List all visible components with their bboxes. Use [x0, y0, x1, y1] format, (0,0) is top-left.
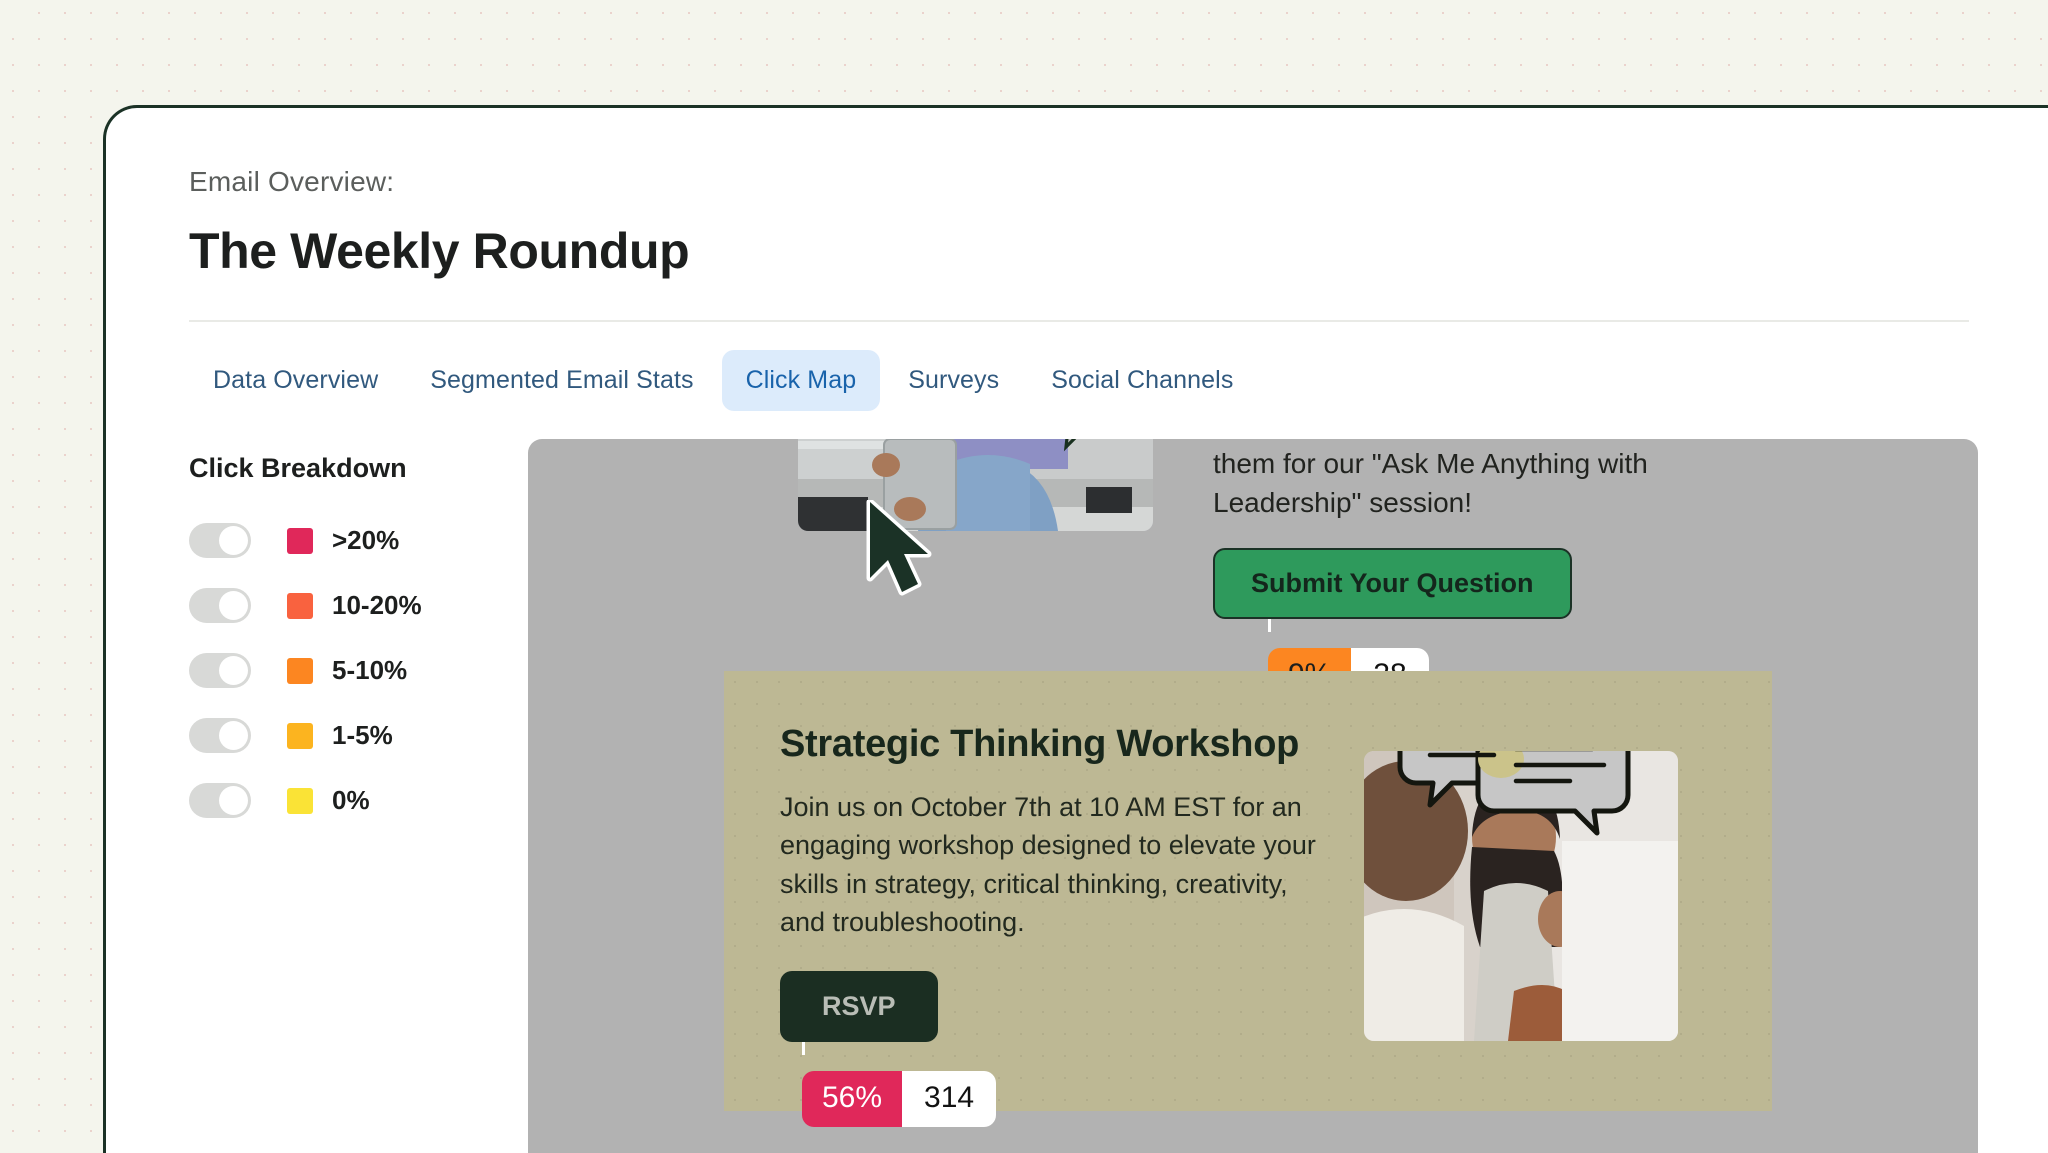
legend-item-0: 0% — [189, 768, 446, 833]
toggle-knob-icon — [219, 786, 248, 815]
email-top-body-text: them for our "Ask Me Anything with Leade… — [1213, 448, 1648, 518]
swatch-gt20 — [287, 527, 313, 554]
email-top-text-pane: them for our "Ask Me Anything with Leade… — [1213, 445, 1733, 705]
toggle-knob-icon — [219, 721, 248, 750]
workshop-text-pane: Strategic Thinking Workshop Join us on O… — [780, 723, 1340, 1128]
badge-stem-top — [1268, 619, 1271, 633]
workshop-heading: Strategic Thinking Workshop — [780, 723, 1300, 765]
submit-your-question-button[interactable]: Submit Your Question — [1213, 548, 1572, 620]
email-preview-wrap: them for our "Ask Me Anything with Leade… — [446, 439, 2048, 1153]
legend-label-0: 0% — [332, 785, 370, 815]
header-divider — [189, 320, 1969, 322]
swatch-10-20 — [287, 592, 313, 619]
click-breakdown-sidebar: Click Breakdown >20% 10-20% 5-10% 1-5% 0… — [106, 439, 446, 1153]
badge-stem-workshop — [802, 1042, 805, 1056]
page-title: The Weekly Roundup — [189, 223, 690, 279]
legend-item-1-5: 1-5% — [189, 703, 446, 768]
toggle-knob-icon — [219, 526, 248, 555]
toggle-gt20[interactable] — [189, 523, 251, 558]
tab-data-overview[interactable]: Data Overview — [189, 350, 402, 411]
legend-item-10-20: 10-20% — [189, 573, 446, 638]
tab-click-map[interactable]: Click Map — [721, 350, 881, 411]
toggle-1-5[interactable] — [189, 718, 251, 753]
tab-surveys[interactable]: Surveys — [884, 350, 1023, 411]
toggle-0[interactable] — [189, 783, 251, 818]
click-badge-count-workshop: 314 — [902, 1071, 997, 1128]
swatch-1-5 — [287, 722, 313, 749]
swatch-5-10 — [287, 657, 313, 684]
toggle-knob-icon — [219, 591, 248, 620]
hero-photo-man-with-tablet — [798, 439, 1153, 531]
legend-item-5-10: 5-10% — [189, 638, 446, 703]
workshop-image-pane — [1364, 723, 1678, 1127]
toggle-knob-icon — [219, 656, 248, 685]
rsvp-button[interactable]: RSVP — [780, 971, 938, 1043]
legend-label-1-5: 1-5% — [332, 720, 393, 750]
legend-label-5-10: 5-10% — [332, 655, 408, 685]
app-window-card: Email Overview: The Weekly Roundup Data … — [103, 105, 2048, 1153]
tab-bar: Data Overview Segmented Email Stats Clic… — [189, 350, 2048, 411]
page-eyebrow: Email Overview: — [189, 166, 395, 197]
toggle-5-10[interactable] — [189, 653, 251, 688]
tab-social-channels[interactable]: Social Channels — [1027, 350, 1257, 411]
workshop-photo-woman-presenting — [1364, 751, 1678, 1041]
email-preview-panel: them for our "Ask Me Anything with Leade… — [528, 439, 1978, 1153]
swatch-0 — [287, 787, 313, 814]
toggle-10-20[interactable] — [189, 588, 251, 623]
legend-label-10-20: 10-20% — [332, 590, 422, 620]
email-top-block: them for our "Ask Me Anything with Leade… — [528, 439, 1978, 705]
workshop-card: Strategic Thinking Workshop Join us on O… — [724, 671, 1772, 1128]
content-row: Click Breakdown >20% 10-20% 5-10% 1-5% 0… — [106, 439, 2048, 1153]
click-badge-workshop[interactable]: 56% 314 — [802, 1071, 997, 1128]
legend-item-gt20: >20% — [189, 508, 446, 573]
tab-segmented-email-stats[interactable]: Segmented Email Stats — [406, 350, 717, 411]
page-header: Email Overview: The Weekly Roundup — [106, 108, 2048, 322]
workshop-paragraph: Join us on October 7th at 10 AM EST for … — [780, 792, 1316, 937]
legend-label-gt20: >20% — [332, 525, 400, 555]
sidebar-title: Click Breakdown — [189, 453, 407, 483]
click-badge-percent-workshop: 56% — [802, 1071, 903, 1128]
